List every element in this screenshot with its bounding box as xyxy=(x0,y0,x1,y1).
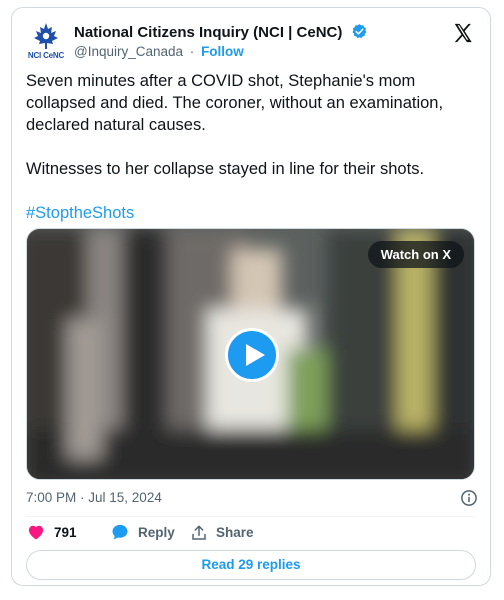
follow-button[interactable]: Follow xyxy=(201,44,244,59)
post-card: NCI CeNC National Citizens Inquiry (NCI … xyxy=(11,7,491,586)
timestamp-row: 7:00 PM · Jul 15, 2024 xyxy=(26,488,478,508)
separator-dot: · xyxy=(189,44,195,59)
reply-button[interactable]: Reply xyxy=(110,522,175,544)
video-player[interactable]: Watch on X xyxy=(26,228,475,480)
logo-text: NCI CeNC xyxy=(27,51,65,60)
share-button[interactable]: Share xyxy=(190,522,254,544)
post-header: NCI CeNC National Citizens Inquiry (NCI … xyxy=(26,20,476,66)
info-icon[interactable] xyxy=(460,489,478,507)
author-handle-row: @Inquiry_Canada · Follow xyxy=(74,44,244,59)
share-label: Share xyxy=(216,525,254,540)
author-avatar[interactable]: NCI CeNC xyxy=(26,22,66,62)
author-handle[interactable]: @Inquiry_Canada xyxy=(74,44,183,59)
watch-on-x-button[interactable]: Watch on X xyxy=(367,241,464,268)
play-icon[interactable] xyxy=(225,328,279,382)
like-count: 791 xyxy=(54,525,77,540)
author-display-name[interactable]: National Citizens Inquiry (NCI | CeNC) xyxy=(74,24,342,41)
post-timestamp[interactable]: 7:00 PM · Jul 15, 2024 xyxy=(26,490,162,505)
heart-icon xyxy=(28,525,44,540)
author-name-row: National Citizens Inquiry (NCI | CeNC) xyxy=(74,23,368,45)
reply-bubble-icon xyxy=(112,524,128,540)
maple-leaf-icon xyxy=(34,23,58,49)
post-paragraph-2: Witnesses to her collapse stayed in line… xyxy=(26,160,425,178)
post-paragraph-1: Seven minutes after a COVID shot, Stepha… xyxy=(26,72,444,134)
verified-badge-icon xyxy=(351,23,368,45)
hashtag-line: #StoptheShots xyxy=(26,202,478,224)
hashtag-link[interactable]: #StoptheShots xyxy=(26,204,134,222)
like-button[interactable]: 791 xyxy=(26,522,77,544)
post-text: Seven minutes after a COVID shot, Stepha… xyxy=(26,70,478,224)
x-logo-icon[interactable] xyxy=(452,22,474,44)
divider xyxy=(26,516,476,517)
read-replies-button[interactable]: Read 29 replies xyxy=(26,550,476,580)
share-icon xyxy=(192,525,206,540)
reply-label: Reply xyxy=(138,525,175,540)
